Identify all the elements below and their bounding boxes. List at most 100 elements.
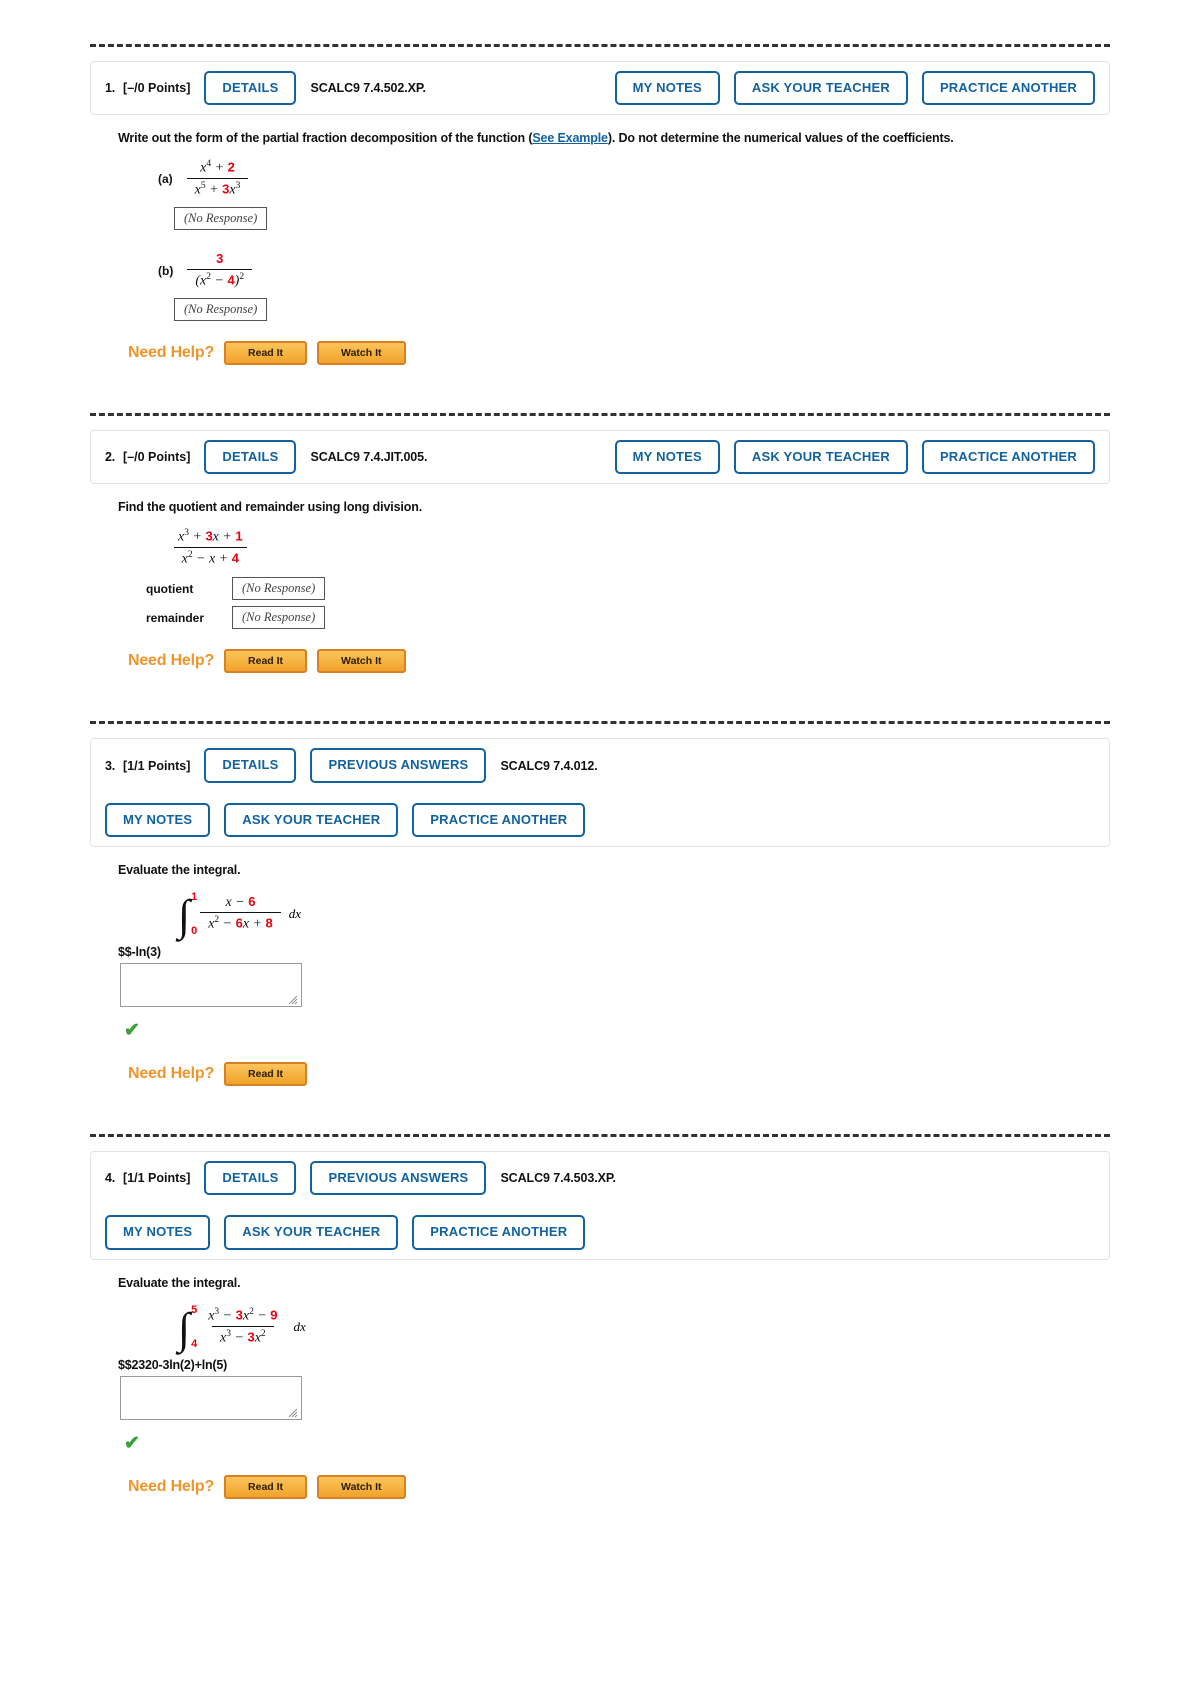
remainder-label: remainder	[146, 610, 205, 625]
part-b-denominator: (x2 − 4)2	[187, 268, 253, 290]
problem-number: 3.	[105, 758, 116, 773]
status-row: ✔	[118, 1420, 1110, 1455]
quotient-no-response-field[interactable]: (No Response)	[232, 577, 326, 601]
operator: −	[222, 916, 233, 932]
read-it-button[interactable]: Read It	[224, 1062, 308, 1087]
integrand-fraction: x − 6 x2 − 6x + 8	[200, 894, 281, 933]
answer-textarea[interactable]	[120, 1375, 302, 1420]
problem-block-3: 3. [1/1 Points] DETAILS PREVIOUS ANSWERS…	[90, 738, 1110, 1100]
question-text: Evaluate the integral.	[118, 1275, 241, 1290]
coefficient-red: 3	[216, 250, 224, 266]
ask-your-teacher-button[interactable]: ASK YOUR TEACHER	[733, 439, 908, 474]
problem-points: [–/0 Points]	[123, 81, 191, 96]
part-b-numerator: 3	[208, 250, 231, 269]
section-divider-2	[90, 412, 1110, 416]
quotient-label: quotient	[146, 581, 194, 596]
coefficient-red: 3	[247, 1329, 255, 1345]
part-b-response-wrap: (No Response)	[166, 292, 1110, 321]
term-x: x	[209, 551, 216, 567]
my-notes-button[interactable]: MY NOTES	[105, 802, 211, 838]
exponent: 2	[249, 1306, 254, 1317]
part-a-math-row: (a) x4 + 2 x5 + 3x3	[158, 159, 1110, 199]
details-button[interactable]: DETAILS	[204, 748, 297, 783]
operator: +	[214, 160, 225, 176]
exponent: 2	[187, 549, 193, 560]
problem-number: 1.	[105, 81, 116, 96]
part-a-response-wrap: (No Response)	[166, 201, 1110, 230]
exponent: 4	[206, 159, 212, 170]
problem-number: 4.	[105, 1171, 116, 1186]
no-response-field[interactable]: (No Response)	[174, 206, 268, 230]
integral-row: ∫ 1 0 x − 6 x2 − 6x + 8 dx	[178, 891, 1110, 941]
remainder-row: remainder (No Response)	[146, 606, 1110, 630]
my-notes-button[interactable]: MY NOTES	[614, 71, 720, 106]
problem-body-2: Find the quotient and remainder using lo…	[90, 484, 1110, 688]
no-response-field[interactable]: (No Response)	[174, 297, 268, 321]
read-it-button[interactable]: Read It	[224, 1474, 308, 1499]
read-it-button[interactable]: Read It	[224, 649, 308, 674]
section-divider-1	[90, 44, 1110, 47]
problem-code: SCALC9 7.4.502.XP.	[310, 81, 426, 96]
quotient-row: quotient (No Response)	[146, 577, 1110, 601]
exponent: 2	[239, 271, 245, 282]
details-button[interactable]: DETAILS	[204, 1161, 297, 1196]
part-b-fraction: 3 (x2 − 4)2	[187, 250, 253, 290]
watch-it-button[interactable]: Watch It	[317, 340, 406, 365]
exponent: 3	[235, 181, 241, 192]
integrand-fraction: x3 − 3x2 − 9 x3 − 3x2	[200, 1307, 285, 1347]
term-x: x	[225, 895, 232, 911]
need-help-label: Need Help?	[128, 652, 215, 670]
question-text: Find the quotient and remainder using lo…	[118, 499, 423, 514]
integral-sign: ∫	[178, 891, 191, 941]
answer-value: $$2320-3ln(2)+ln(5)	[118, 1357, 228, 1372]
question-text-pre: Write out the form of the partial fracti…	[118, 131, 533, 146]
exponent: 2	[214, 915, 220, 926]
read-it-button[interactable]: Read It	[224, 340, 308, 365]
problem-points: [–/0 Points]	[123, 449, 191, 464]
practice-another-button[interactable]: PRACTICE ANOTHER	[412, 1215, 586, 1250]
coefficient-red: 6	[248, 894, 256, 910]
remainder-no-response-field[interactable]: (No Response)	[232, 606, 326, 630]
see-example-link[interactable]: See Example	[532, 131, 608, 145]
ask-your-teacher-button[interactable]: ASK YOUR TEACHER	[733, 71, 908, 106]
answer-textarea[interactable]	[120, 963, 302, 1008]
operator: −	[235, 895, 245, 911]
exponent: 5	[200, 181, 206, 192]
exponent: 2	[206, 271, 211, 282]
problem-body-3: Evaluate the integral. ∫ 1 0 x − 6 x2 − …	[90, 847, 1110, 1100]
my-notes-button[interactable]: MY NOTES	[614, 439, 720, 474]
ask-your-teacher-button[interactable]: ASK YOUR TEACHER	[224, 802, 399, 838]
ask-your-teacher-button[interactable]: ASK YOUR TEACHER	[224, 1215, 399, 1250]
watch-it-button[interactable]: Watch It	[317, 649, 406, 674]
answer-textarea-wrap	[118, 1375, 302, 1420]
header-second-row: MY NOTES ASK YOUR TEACHER PRACTICE ANOTH…	[105, 1215, 1095, 1250]
part-a-label: (a)	[158, 172, 173, 187]
details-button[interactable]: DETAILS	[204, 71, 297, 106]
problem-number: 2.	[105, 449, 116, 464]
previous-answers-button[interactable]: PREVIOUS ANSWERS	[310, 1161, 487, 1196]
need-help-row: Need Help? Read It Watch It	[128, 649, 1110, 674]
section-divider-4	[90, 1134, 1110, 1138]
division-fraction-row: x3 + 3x + 1 x 2 − x + 4	[170, 528, 1110, 568]
details-button[interactable]: DETAILS	[204, 439, 297, 474]
correct-check-icon: ✔	[124, 1020, 140, 1042]
upper-limit: 5	[191, 1303, 198, 1316]
integral-limits: 5 4	[191, 1304, 197, 1350]
practice-another-button[interactable]: PRACTICE ANOTHER	[412, 802, 586, 838]
practice-another-button[interactable]: PRACTICE ANOTHER	[921, 439, 1095, 474]
practice-another-button[interactable]: PRACTICE ANOTHER	[921, 71, 1095, 106]
question-text: Write out the form of the partial fracti…	[118, 131, 1110, 145]
question-text: Evaluate the integral.	[118, 863, 241, 878]
coefficient-red: 6	[235, 915, 243, 931]
watch-it-button[interactable]: Watch It	[317, 1474, 406, 1499]
coefficient-red: 8	[265, 915, 273, 931]
my-notes-button[interactable]: MY NOTES	[105, 1215, 211, 1250]
homework-page: 1. [–/0 Points] DETAILS SCALC9 7.4.502.X…	[0, 0, 1200, 1698]
exponent: 3	[214, 1306, 220, 1317]
exponent: 2	[260, 1328, 266, 1339]
previous-answers-button[interactable]: PREVIOUS ANSWERS	[310, 748, 487, 783]
answer-value: $$-ln(3)	[118, 945, 161, 960]
lower-limit: 0	[191, 925, 198, 938]
integrand-numerator: x3 − 3x2 − 9	[200, 1307, 285, 1326]
coefficient-red: 3	[205, 528, 213, 544]
